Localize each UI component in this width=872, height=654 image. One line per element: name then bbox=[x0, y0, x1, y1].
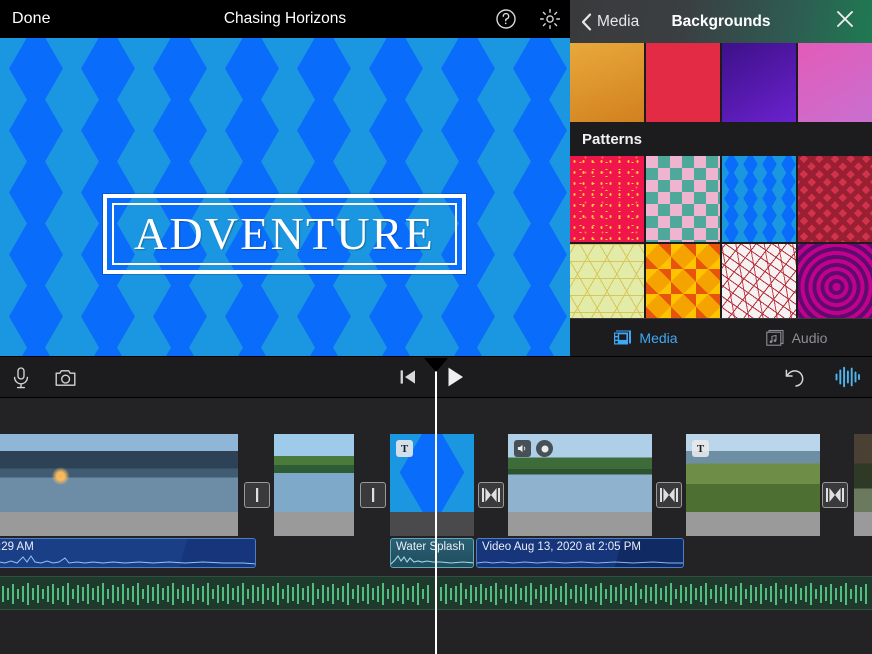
title-badge: T bbox=[692, 440, 709, 457]
clip-river-valley[interactable] bbox=[508, 434, 652, 536]
swatch-orange[interactable] bbox=[570, 43, 644, 122]
swatch-purple[interactable] bbox=[722, 43, 796, 122]
clip-karst-reflection[interactable] bbox=[274, 434, 354, 536]
audio-clip-label: Water Splash bbox=[396, 541, 465, 553]
browser-tab-bar: Media Audio bbox=[570, 318, 872, 356]
clip-audio-strip bbox=[274, 512, 354, 536]
clip-audio-strip bbox=[0, 512, 238, 536]
clip-rice-terrace[interactable]: T bbox=[686, 434, 820, 536]
crossfade-transition-icon bbox=[826, 488, 844, 502]
chevron-left-icon bbox=[581, 13, 592, 30]
back-to-media-button[interactable]: Media bbox=[581, 13, 639, 31]
audio-waveform-icon[interactable] bbox=[834, 366, 860, 393]
camera-icon[interactable] bbox=[54, 367, 78, 394]
thumbnail bbox=[854, 434, 872, 512]
clip-thumbnails bbox=[0, 434, 238, 512]
clip-blue-triangle-background[interactable]: T bbox=[390, 434, 474, 536]
top-bar: Done Chasing Horizons bbox=[0, 0, 570, 38]
circle-dot-icon bbox=[541, 445, 548, 452]
swatch-red[interactable] bbox=[646, 43, 720, 122]
pattern-teal-pink-diamonds[interactable] bbox=[646, 156, 720, 242]
crossfade-transition-icon bbox=[482, 488, 500, 502]
clip-audio-strip bbox=[686, 512, 820, 536]
thumbnail bbox=[0, 434, 95, 512]
patterns-section-header: Patterns bbox=[570, 122, 872, 156]
tab-audio[interactable]: Audio bbox=[721, 329, 872, 346]
audio-clip-first[interactable]: :29 AM bbox=[0, 538, 256, 568]
pattern-red-confetti[interactable] bbox=[570, 156, 644, 242]
tab-audio-label: Audio bbox=[791, 329, 828, 346]
music-note-icon bbox=[765, 329, 784, 346]
playhead-handle[interactable] bbox=[424, 358, 448, 372]
project-title: Chasing Horizons bbox=[223, 10, 347, 27]
waveform bbox=[0, 555, 255, 565]
audio-clip-label: :29 AM bbox=[0, 541, 34, 553]
title-frame[interactable]: ADVENTURE bbox=[103, 194, 466, 274]
clip-thumbnails bbox=[854, 434, 872, 512]
clip-fisherman[interactable] bbox=[0, 434, 238, 536]
pattern-grid bbox=[570, 156, 872, 330]
top-bar-icons bbox=[494, 7, 562, 31]
playhead[interactable] bbox=[435, 366, 437, 654]
close-icon[interactable] bbox=[834, 8, 856, 35]
waveform bbox=[477, 561, 683, 564]
swatch-pink[interactable] bbox=[798, 43, 872, 122]
audio-clip-video-audio[interactable]: Video Aug 13, 2020 at 2:05 PM bbox=[476, 538, 684, 568]
toolbar-left-group bbox=[10, 366, 78, 395]
tab-media-label: Media bbox=[639, 329, 678, 346]
gear-icon[interactable] bbox=[538, 7, 562, 31]
audio-clip-water-splash[interactable]: Water Splash bbox=[390, 538, 474, 568]
transition-cut-2[interactable] bbox=[360, 482, 386, 508]
transition-crossfade-2[interactable] bbox=[656, 482, 682, 508]
crossfade-transition-icon bbox=[660, 488, 678, 502]
effects-badge bbox=[536, 440, 553, 457]
pattern-blue-triangles[interactable] bbox=[722, 156, 796, 242]
clip-audio-strip bbox=[390, 512, 474, 536]
done-button[interactable]: Done bbox=[12, 10, 51, 28]
help-circle-icon[interactable] bbox=[494, 7, 518, 31]
cut-transition-icon bbox=[256, 488, 259, 502]
transition-crossfade-1[interactable] bbox=[478, 482, 504, 508]
clip-audio-strip bbox=[508, 512, 652, 536]
thumbnail bbox=[95, 434, 238, 512]
thumbnail bbox=[274, 434, 354, 512]
solid-color-swatch-row bbox=[570, 43, 872, 122]
clip-next-partial[interactable] bbox=[854, 434, 872, 536]
clip-audio-strip bbox=[854, 512, 872, 536]
speaker-icon bbox=[517, 444, 526, 453]
microphone-icon[interactable] bbox=[10, 366, 32, 395]
clip-thumbnails bbox=[274, 434, 354, 512]
transition-cut-1[interactable] bbox=[244, 482, 270, 508]
audio-clip-label: Video Aug 13, 2020 at 2:05 PM bbox=[482, 541, 641, 553]
imovie-editor-window: Done Chasing Horizons ADVENTURE Media Ba… bbox=[0, 0, 872, 654]
browser-header: Media Backgrounds bbox=[570, 0, 872, 43]
waveform bbox=[391, 555, 473, 565]
title-badge: T bbox=[396, 440, 413, 457]
cut-transition-icon bbox=[372, 488, 375, 502]
backgrounds-browser-panel: Media Backgrounds Patterns Media Audio bbox=[570, 0, 872, 356]
back-button-label: Media bbox=[597, 12, 640, 30]
film-strip-icon bbox=[613, 330, 632, 346]
pattern-red-chevrons[interactable] bbox=[798, 156, 872, 242]
transition-crossfade-3[interactable] bbox=[822, 482, 848, 508]
title-text: ADVENTURE bbox=[134, 208, 435, 259]
tab-media[interactable]: Media bbox=[570, 329, 721, 346]
skip-to-start-icon[interactable] bbox=[398, 367, 418, 392]
undo-icon[interactable] bbox=[782, 366, 806, 393]
mute-badge bbox=[514, 440, 531, 457]
toolbar-right-group bbox=[782, 366, 860, 393]
preview-viewer[interactable]: ADVENTURE bbox=[0, 38, 570, 356]
